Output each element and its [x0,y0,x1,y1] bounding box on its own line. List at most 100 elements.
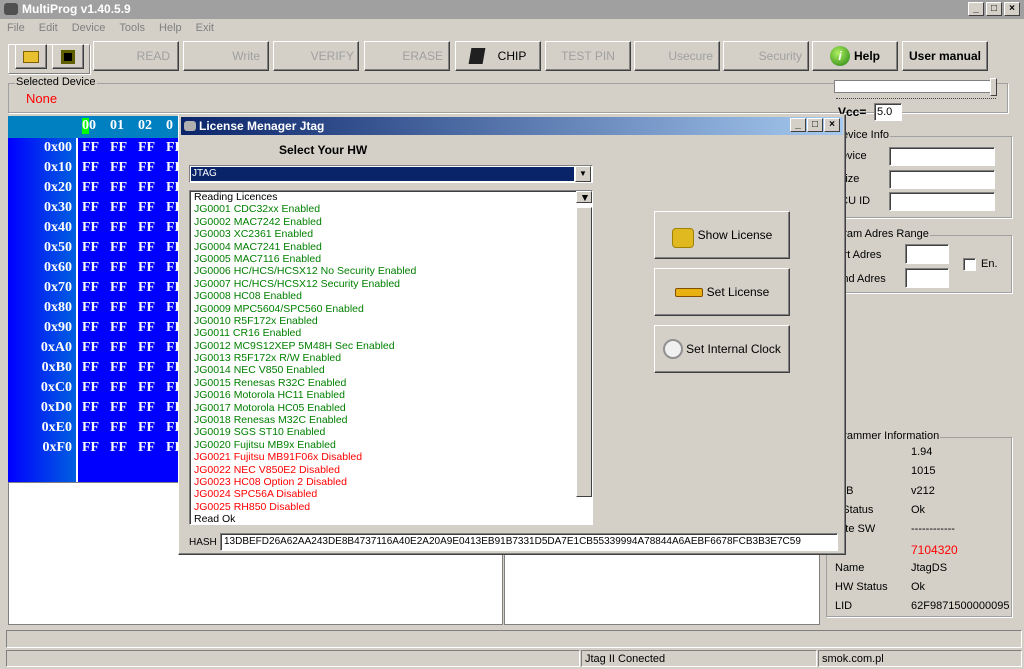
test-pin-button[interactable]: TEST PIN [545,41,631,71]
hex-cell[interactable]: FF [110,320,127,336]
hex-cell[interactable]: FF [110,300,127,316]
open-button[interactable] [15,44,47,69]
hex-cell[interactable]: FF [82,340,99,356]
maximize-button[interactable]: □ [986,2,1002,16]
license-log[interactable]: Reading Licences JG0001 CDC32xx Enabled JG… [189,190,593,525]
hex-cell[interactable]: FF [110,340,127,356]
hex-cell[interactable]: FF [138,360,155,376]
close-button[interactable]: × [1004,2,1020,16]
chevron-down-icon[interactable]: ▼ [575,166,591,182]
menu-help[interactable]: Help [152,20,189,38]
hex-cell[interactable]: FF [82,260,99,276]
hex-cell[interactable]: FF [82,200,99,216]
hex-cell[interactable]: FF [138,400,155,416]
hex-cell[interactable]: FF [82,420,99,436]
scroll-down-icon[interactable]: ▼ [576,191,592,204]
minimize-button[interactable]: _ [968,2,984,16]
dialog-minimize-button[interactable]: _ [790,118,806,132]
hex-cell[interactable]: FF [110,160,127,176]
hex-cell[interactable]: FF [138,220,155,236]
help-button[interactable]: i Help [812,41,898,71]
hex-cell[interactable]: FF [138,380,155,396]
vcc-slider-thumb[interactable] [990,78,997,96]
erase-button[interactable]: ERASE [364,41,450,71]
hex-cell[interactable]: FF [138,420,155,436]
scroll-thumb[interactable] [576,207,592,497]
vcc-slider[interactable] [834,80,996,93]
menu-edit[interactable]: Edit [32,20,65,38]
hex-cell[interactable]: FF [110,140,127,156]
menu-device[interactable]: Device [65,20,113,38]
hex-cell[interactable]: FF [138,320,155,336]
verify-button[interactable]: VERIFY [273,41,359,71]
hex-cell[interactable]: FF [82,240,99,256]
dialog-close-button[interactable]: × [824,118,840,132]
hex-cell[interactable]: FF [110,220,127,236]
hex-cell[interactable]: FF [138,180,155,196]
hex-cell[interactable]: FF [138,300,155,316]
show-license-button[interactable]: Show License [654,211,790,259]
hex-cell[interactable]: FF [82,300,99,316]
hex-cell[interactable]: FF [82,400,99,416]
log-scrollbar[interactable]: ▲ ▼ [576,191,592,497]
selected-device-label: Selected Device [15,76,97,88]
programmer-info-value: JtagDS [911,561,948,574]
hex-cell[interactable]: FF [82,320,99,336]
log-line: Reading Licences [194,191,278,203]
end-adres-field[interactable] [905,268,949,288]
save-button[interactable] [52,44,84,69]
menu-tools[interactable]: Tools [112,20,152,38]
hex-cell[interactable]: FF [138,260,155,276]
hash-field[interactable]: 13DBEFD26A62AA243DE8B4737116A40E2A20A9E0… [220,533,838,551]
hex-cell[interactable]: FF [138,240,155,256]
hex-cell[interactable]: FF [110,420,127,436]
hex-cell[interactable]: FF [138,140,155,156]
hex-cell[interactable]: FF [138,160,155,176]
start-adres-field[interactable] [905,244,949,264]
set-license-button[interactable]: Set License [654,268,790,316]
hex-cell[interactable]: FF [110,280,127,296]
hex-cell[interactable]: FF [110,400,127,416]
chip-button[interactable]: CHIP [455,41,541,71]
menu-exit[interactable]: Exit [189,20,221,38]
hex-cell[interactable]: FF [82,280,99,296]
hex-cell[interactable]: FF [82,180,99,196]
help-label: Help [853,49,880,63]
set-internal-clock-button[interactable]: Set Internal Clock [654,325,790,373]
size-field[interactable] [889,170,995,189]
hex-cell[interactable]: FF [138,440,155,456]
hex-cell[interactable]: FF [138,200,155,216]
hex-cell[interactable]: FF [110,440,127,456]
usecure-button[interactable]: Usecure [634,41,720,71]
hex-cell[interactable]: FF [82,440,99,456]
hex-cell[interactable]: FF [82,140,99,156]
hex-cell[interactable]: FF [110,260,127,276]
vcc-field[interactable]: 5.0 [874,103,902,121]
hw-select[interactable]: JTAG ▼ [189,165,593,183]
verify-label: VERIFY [310,49,354,63]
hex-cell[interactable]: FF [82,220,99,236]
security-button[interactable]: Security [723,41,809,71]
hex-cell[interactable]: FF [82,380,99,396]
log-line: JG0006 HC/HCS/HCSX12 No Security Enabled [194,265,417,278]
read-button[interactable]: READ [93,41,179,71]
hex-cell[interactable]: FF [110,240,127,256]
en-checkbox[interactable] [963,258,976,271]
user-manual-button[interactable]: User manual [902,41,988,71]
hex-row-address: 0x90 [44,320,72,335]
menu-file[interactable]: File [0,20,32,38]
mcu-id-field[interactable] [889,192,995,211]
hex-cell[interactable]: FF [110,180,127,196]
device-field[interactable] [889,147,995,166]
hex-cell[interactable]: FF [82,160,99,176]
hex-cell[interactable]: FF [138,340,155,356]
write-button[interactable]: Write [183,41,269,71]
hex-cell[interactable]: FF [110,380,127,396]
hex-cell[interactable]: FF [110,360,127,376]
programmer-info-value: ------------ [911,523,955,536]
hex-cell[interactable]: FF [110,200,127,216]
hex-cell[interactable]: FF [138,280,155,296]
hex-cell[interactable]: FF [82,360,99,376]
hex-view[interactable]: 00 01 02 0 0x00 FF FF FF FF 0x10 FF FF FF FF 0x20 FF FF F… [8,116,183,482]
dialog-maximize-button[interactable]: □ [807,118,823,132]
